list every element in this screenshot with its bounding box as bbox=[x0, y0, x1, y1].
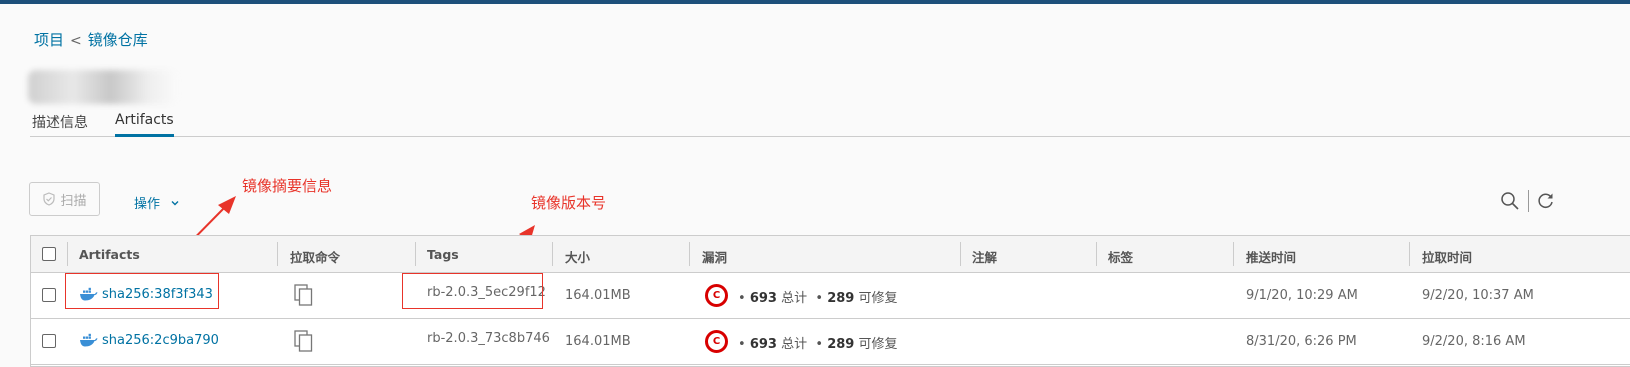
table-tools bbox=[1500, 190, 1555, 212]
column-divider bbox=[67, 242, 68, 266]
artifacts-table: Artifacts 拉取命令 Tags 大小 漏洞 注解 标签 推送时间 拉取时… bbox=[30, 235, 1630, 367]
vulnerability-total-label: 总计 bbox=[781, 291, 808, 306]
artifact-digest-link[interactable]: sha256:2c9ba790 bbox=[102, 333, 219, 348]
annotation-box-digest bbox=[65, 273, 219, 309]
push-time: 9/1/20, 10:29 AM bbox=[1246, 288, 1358, 303]
vulnerability-summary: • 693 总计 • 289 可修复 bbox=[738, 291, 898, 306]
search-icon[interactable] bbox=[1500, 191, 1520, 211]
vulnerability-total-count: 693 bbox=[749, 291, 777, 306]
refresh-icon[interactable] bbox=[1537, 192, 1555, 210]
artifact-size: 164.01MB bbox=[565, 288, 631, 303]
column-divider bbox=[689, 242, 690, 266]
critical-severity-icon[interactable]: C bbox=[705, 330, 728, 353]
column-divider bbox=[277, 242, 278, 266]
header-artifacts[interactable]: Artifacts bbox=[79, 247, 140, 262]
header-pull-command: 拉取命令 bbox=[290, 250, 341, 265]
column-divider bbox=[1233, 242, 1234, 266]
vulnerability-total-count: 693 bbox=[749, 337, 777, 352]
header-labels: 标签 bbox=[1108, 250, 1134, 265]
table-row: sha256:2c9ba790 rb-2.0.3_73c8b746 164.01… bbox=[31, 318, 1630, 365]
vulnerability-total-label: 总计 bbox=[781, 337, 808, 352]
column-divider bbox=[960, 242, 961, 266]
pull-time: 9/2/20, 8:16 AM bbox=[1422, 334, 1526, 349]
tools-divider bbox=[1528, 190, 1529, 212]
vulnerability-fixable-label: 可修复 bbox=[858, 291, 898, 306]
header-pull-time[interactable]: 拉取时间 bbox=[1422, 247, 1472, 266]
copy-icon[interactable] bbox=[294, 284, 314, 306]
column-divider bbox=[1096, 242, 1097, 266]
row-checkbox[interactable] bbox=[42, 334, 56, 348]
vulnerability-fixable-count: 289 bbox=[827, 337, 855, 352]
column-divider bbox=[415, 242, 416, 266]
critical-severity-icon[interactable]: C bbox=[705, 284, 728, 307]
column-divider bbox=[552, 242, 553, 266]
header-push-time[interactable]: 推送时间 bbox=[1246, 247, 1296, 266]
header-tags: Tags bbox=[427, 247, 459, 262]
artifact-tag: rb-2.0.3_73c8b746 bbox=[427, 331, 550, 346]
row-checkbox[interactable] bbox=[42, 288, 56, 302]
docker-icon bbox=[80, 333, 98, 347]
table-header: Artifacts 拉取命令 Tags 大小 漏洞 注解 标签 推送时间 拉取时… bbox=[31, 236, 1630, 273]
column-divider bbox=[1409, 242, 1410, 266]
copy-icon[interactable] bbox=[294, 330, 314, 352]
annotation-box-tag bbox=[402, 273, 543, 309]
header-annotations: 注解 bbox=[972, 250, 998, 265]
artifact-size: 164.01MB bbox=[565, 334, 631, 349]
vulnerability-summary: • 693 总计 • 289 可修复 bbox=[738, 337, 898, 352]
pull-time: 9/2/20, 10:37 AM bbox=[1422, 288, 1534, 303]
header-vulnerabilities[interactable]: 漏洞 bbox=[702, 247, 727, 266]
push-time: 8/31/20, 6:26 PM bbox=[1246, 334, 1357, 349]
header-size[interactable]: 大小 bbox=[565, 247, 590, 266]
select-all-checkbox[interactable] bbox=[42, 247, 56, 261]
vulnerability-fixable-label: 可修复 bbox=[858, 337, 898, 352]
vulnerability-fixable-count: 289 bbox=[827, 291, 855, 306]
table-row: sha256:38f3f343 rb-2.0.3_5ec29f12 164.01… bbox=[31, 272, 1630, 319]
